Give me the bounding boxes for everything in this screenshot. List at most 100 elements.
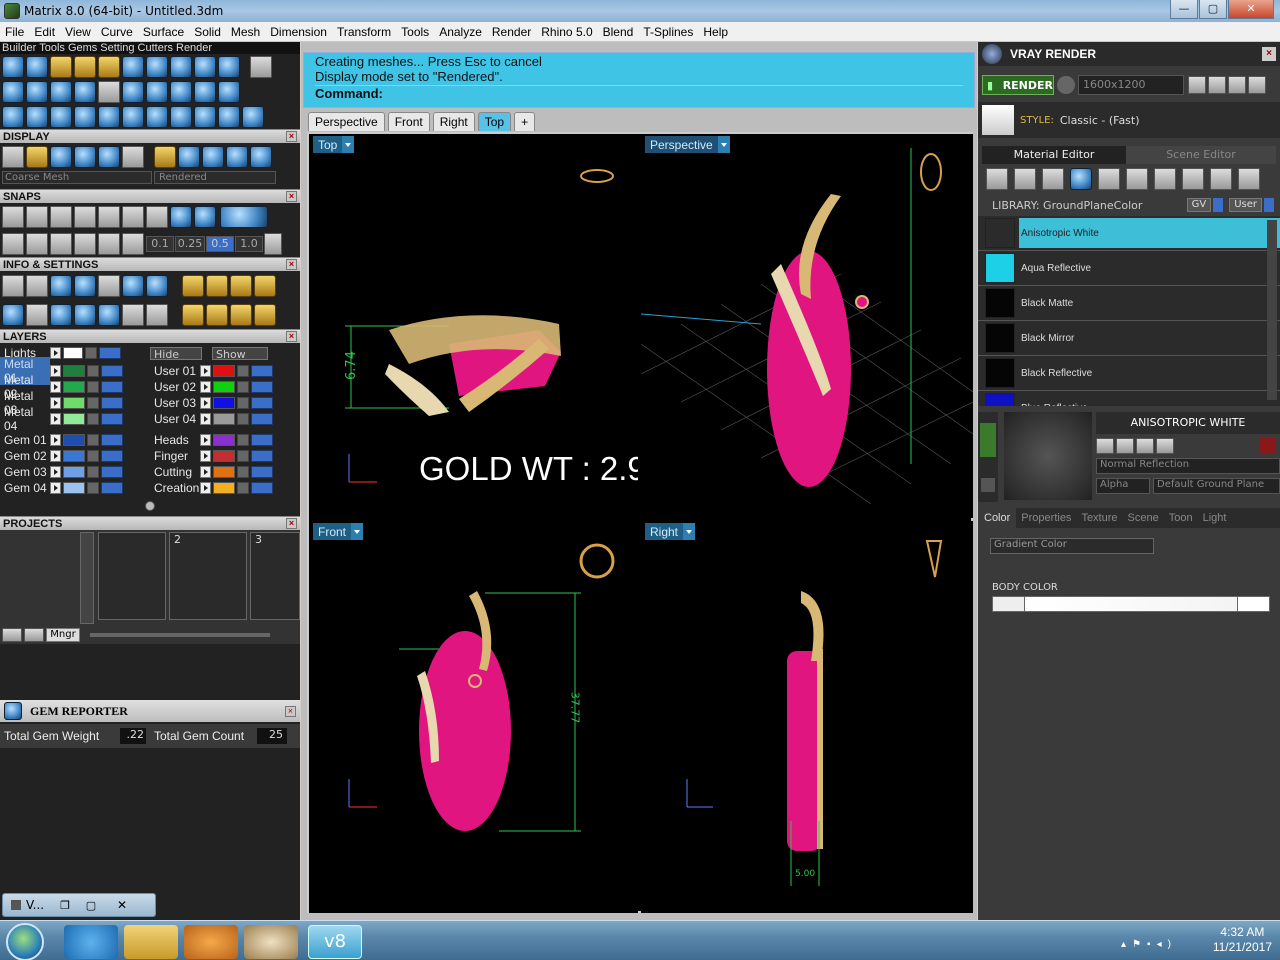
alpha-select[interactable]: Alpha [1096,478,1150,494]
layer-color-swatch[interactable] [213,381,235,393]
lock-icon[interactable] [87,482,99,494]
media-player-icon[interactable] [184,925,238,959]
gem-tool-icon[interactable] [50,55,72,78]
grid-snap-icon[interactable] [2,232,24,255]
layer-name[interactable]: User 02 [150,380,200,394]
menu-transform[interactable]: Transform [332,25,396,39]
menu-dimension[interactable]: Dimension [265,25,332,39]
menu-curve[interactable]: Curve [96,25,138,39]
visibility-icon[interactable] [251,466,273,478]
measure-icon[interactable] [230,303,252,326]
lock-icon[interactable] [237,365,249,377]
layer-color-swatch[interactable] [63,482,85,494]
xray-icon[interactable] [122,146,144,168]
layer-row[interactable]: User 01 [150,363,300,379]
flower-icon[interactable] [170,80,192,103]
menu-rhino[interactable]: Rhino 5.0 [536,25,597,39]
gradient-end-swatch[interactable] [1237,597,1269,611]
tab-top[interactable]: Top [477,112,512,131]
layer-row[interactable]: User 04 [150,411,300,427]
save-material-icon[interactable] [1096,438,1114,454]
lock-icon[interactable] [87,466,99,478]
restore-icon[interactable]: ❐ [52,899,78,912]
projects-close-icon[interactable]: × [286,518,297,529]
layer-color-swatch[interactable] [63,413,85,425]
menu-tsplines[interactable]: T-Splines [638,25,698,39]
ghosted-icon[interactable] [26,146,48,168]
layer-name[interactable]: Metal 04 [0,405,50,433]
snap-end-icon[interactable] [2,205,24,228]
flow-icon[interactable] [146,105,168,128]
layer-name[interactable]: User 04 [150,412,200,426]
layer-color-swatch[interactable] [213,397,235,409]
expand-icon[interactable] [50,413,61,425]
snap-grid-icon[interactable] [264,232,282,255]
layer-name[interactable]: Gem 03 [0,465,50,479]
cluster-icon[interactable] [122,55,144,78]
lock-icon[interactable] [87,450,99,462]
project-slot-2[interactable]: 2 [169,532,247,620]
units-icon[interactable] [206,274,228,297]
chain-icon[interactable] [218,80,240,103]
material-item[interactable]: Blue Reflective [978,391,1280,406]
menu-blend[interactable]: Blend [598,25,639,39]
expand-icon[interactable] [200,466,211,478]
options-icon[interactable] [2,274,24,297]
minimize-button[interactable]: — [1170,0,1198,19]
gradient-select[interactable]: Gradient Color [990,538,1154,554]
layer-row[interactable]: Metal 04 [0,405,150,433]
circle-icon[interactable] [242,105,264,128]
tab-toon[interactable]: Toon [1164,512,1198,524]
mesh-mode-select[interactable]: Coarse Mesh [2,171,152,184]
snap-point-icon[interactable] [50,205,72,228]
band-icon[interactable] [2,80,24,103]
export-material-icon[interactable] [1136,438,1154,454]
move-icon[interactable] [98,105,120,128]
tab-cutters[interactable]: Cutters [138,42,173,54]
internet-explorer-icon[interactable] [64,925,118,959]
monitor-icon[interactable] [26,303,48,326]
layer-name[interactable]: Gem 04 [0,481,50,495]
snap-tangent-icon[interactable] [170,205,192,228]
menu-file[interactable]: File [0,25,29,39]
pave-icon[interactable] [98,55,120,78]
tab-perspective[interactable]: Perspective [308,112,385,131]
layer-row[interactable]: Gem 01 [0,432,150,448]
snap-value-3[interactable]: 1.0 [235,235,263,252]
layer-row[interactable]: Heads [150,432,300,448]
lock-icon[interactable] [237,397,249,409]
visibility-icon[interactable] [101,434,123,446]
layer-name[interactable]: Cutting [150,465,200,479]
ring-rail-icon[interactable] [146,55,168,78]
tab-render[interactable]: Render [176,42,212,54]
expand-icon[interactable] [200,365,211,377]
gem-array-icon[interactable] [74,55,96,78]
tab-right[interactable]: Right [432,112,475,131]
gem-material-icon[interactable] [250,146,272,168]
layer-color-swatch[interactable] [63,397,85,409]
lock-icon[interactable] [87,397,99,409]
rewind-icon[interactable] [1188,76,1206,94]
layer-color-swatch[interactable] [213,482,235,494]
sphere-icon[interactable] [1042,168,1064,190]
layer-row[interactable]: Finger [150,448,300,464]
visibility-icon[interactable] [251,482,273,494]
rotate-icon[interactable] [122,105,144,128]
expand-icon[interactable] [50,450,61,462]
material-item[interactable]: Black Reflective [978,356,1280,391]
visibility-icon[interactable] [251,434,273,446]
gold-material-icon[interactable] [154,146,176,168]
expand-icon[interactable] [200,434,211,446]
platinum-material-icon[interactable] [226,146,248,168]
layer-row[interactable]: Cutting [150,464,300,480]
lights-visible-icon[interactable] [99,347,121,359]
lock-icon[interactable] [237,434,249,446]
visibility-icon[interactable] [251,365,273,377]
gradient-start-swatch[interactable] [993,597,1025,611]
tab-scene[interactable]: Scene [1123,512,1164,524]
menu-view[interactable]: View [60,25,96,39]
prong-icon[interactable] [194,55,216,78]
expand-icon[interactable] [200,482,211,494]
gem-reporter-close-icon[interactable]: × [285,705,296,717]
project-slot-3[interactable]: 3 [250,532,300,620]
